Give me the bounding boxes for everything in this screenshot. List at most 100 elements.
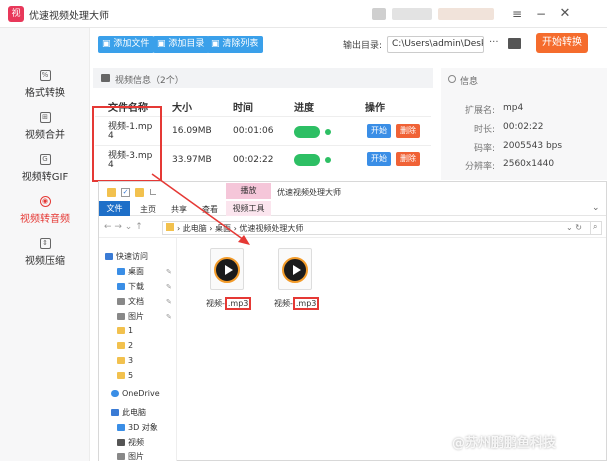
detail-title: 信息 bbox=[460, 77, 479, 87]
pin-icon[interactable]: ✎ bbox=[166, 313, 172, 321]
refresh-icon[interactable]: ⌄ ↻ bbox=[566, 223, 582, 232]
sidebar-item-label: 视频转音频 bbox=[20, 214, 70, 225]
nav-label: 3 bbox=[128, 356, 134, 365]
sidebar-item-video-merge[interactable]: ⊞ 视频合并 bbox=[0, 112, 90, 154]
audio-icon: ◉ bbox=[39, 196, 51, 207]
nav-item-folder-2[interactable]: 2 bbox=[117, 341, 133, 354]
nav-label: 5 bbox=[128, 371, 134, 380]
add-dir-button[interactable]: ▣ 添加目录 bbox=[153, 36, 210, 53]
play-icon bbox=[225, 265, 233, 275]
nav-item-quick-access[interactable]: 快速访问 bbox=[105, 251, 148, 264]
pin-icon[interactable]: ✎ bbox=[166, 283, 172, 291]
file-name[interactable]: 视频- .mp3 bbox=[206, 297, 252, 310]
download-icon bbox=[117, 283, 125, 290]
detail-value: mp4 bbox=[503, 103, 524, 113]
row2-delete-button[interactable]: 删除 bbox=[396, 152, 420, 166]
nav-item-folder-3[interactable]: 3 bbox=[117, 356, 133, 369]
desktop-icon bbox=[117, 268, 125, 275]
row1-progress-bar bbox=[294, 126, 320, 138]
folder-icon[interactable] bbox=[508, 38, 521, 49]
clear-icon: ▣ bbox=[211, 39, 223, 49]
sidebar-item-video-to-audio[interactable]: ◉ 视频转音频 bbox=[0, 196, 90, 238]
nav-item-pictures-pc[interactable]: 图片 bbox=[117, 451, 144, 461]
nav-item-desktop[interactable]: 桌面 bbox=[117, 266, 144, 279]
nav-item-this-pc[interactable]: 此电脑 bbox=[111, 407, 146, 420]
row1-delete-button[interactable]: 删除 bbox=[396, 124, 420, 138]
add-folder-icon: ▣ bbox=[157, 39, 169, 49]
more-icon[interactable]: ··· bbox=[489, 37, 499, 48]
sidebar-item-video-to-gif[interactable]: G 视频转GIF bbox=[0, 154, 90, 196]
nav-arrows[interactable]: ← → ⌄ ↑ bbox=[104, 222, 143, 232]
nav-label: OneDrive bbox=[122, 389, 160, 398]
file-extension: .mp3 bbox=[292, 297, 320, 310]
blurred-account-info bbox=[392, 8, 432, 20]
nav-item-downloads[interactable]: 下载 bbox=[117, 281, 144, 294]
sidebar-item-video-compress[interactable]: ⇕ 视频压缩 bbox=[0, 238, 90, 280]
detail-value: 2005543 bps bbox=[503, 141, 563, 151]
detail-value: 00:02:22 bbox=[503, 122, 544, 132]
sidebar-item-label: 视频转GIF bbox=[21, 172, 69, 183]
row1-status-dot bbox=[325, 129, 331, 135]
search-icon[interactable]: ⌕ bbox=[590, 222, 602, 234]
pin-icon[interactable]: ✎ bbox=[166, 268, 172, 276]
folder-icon bbox=[117, 357, 125, 364]
col-time: 时间 bbox=[233, 103, 253, 114]
row2-status-dot bbox=[325, 157, 331, 163]
folder-icon bbox=[117, 327, 125, 334]
output-dir-label: 输出目录: bbox=[343, 41, 383, 51]
row2-start-button[interactable]: 开始 bbox=[367, 152, 391, 166]
nav-item-pictures[interactable]: 图片 bbox=[117, 311, 144, 324]
nav-item-3d-objects[interactable]: 3D 对象 bbox=[117, 422, 158, 435]
folder-icon bbox=[107, 188, 116, 197]
ribbon-tab-file[interactable]: 文件 bbox=[99, 201, 130, 216]
nav-label: 视频 bbox=[128, 438, 144, 447]
add-file-button[interactable]: ▣ 添加文件 bbox=[98, 36, 155, 53]
add-dir-label: 添加目录 bbox=[168, 39, 205, 49]
file-prefix: 视频- bbox=[274, 299, 293, 308]
nav-item-documents[interactable]: 文档 bbox=[117, 296, 144, 309]
nav-label: 图片 bbox=[128, 452, 144, 461]
row2-time: 00:02:22 bbox=[233, 155, 274, 165]
col-progress: 进度 bbox=[294, 103, 314, 114]
merge-icon: ⊞ bbox=[39, 112, 51, 123]
sidebar-item-label: 视频合并 bbox=[25, 130, 65, 141]
arrow-line bbox=[151, 173, 245, 241]
nav-label: 图片 bbox=[128, 312, 144, 321]
chevron-down-icon[interactable]: ⌄ bbox=[592, 203, 600, 213]
percent-icon: % bbox=[39, 70, 51, 81]
nav-item-onedrive[interactable]: OneDrive bbox=[111, 389, 160, 402]
nav-item-folder-1[interactable]: 1 bbox=[117, 326, 133, 339]
menu-icon[interactable]: ≡ bbox=[509, 6, 525, 22]
file-name[interactable]: 视频- .mp3 bbox=[274, 297, 320, 310]
app-title: 优速视频处理大师 bbox=[29, 11, 109, 22]
sidebar-item-label: 格式转换 bbox=[25, 88, 65, 99]
info-icon bbox=[448, 75, 456, 83]
computer-icon bbox=[111, 409, 119, 416]
blurred-account-avatar bbox=[372, 8, 386, 20]
nav-item-videos[interactable]: 视频 bbox=[117, 437, 144, 450]
detail-key: 扩展名: bbox=[464, 106, 495, 116]
nav-label: 文档 bbox=[128, 297, 144, 306]
minimize-icon[interactable]: − bbox=[533, 6, 549, 22]
output-dir-field[interactable]: C:\Users\admin\Deskto bbox=[387, 36, 484, 53]
video-icon bbox=[101, 74, 110, 82]
star-icon bbox=[105, 253, 113, 260]
nav-item-folder-5[interactable]: 5 bbox=[117, 371, 133, 384]
add-file-icon: ▣ bbox=[102, 39, 114, 49]
sidebar-item-format-convert[interactable]: % 格式转换 bbox=[0, 70, 90, 112]
checkbox-icon[interactable]: ✓ bbox=[121, 188, 130, 197]
play-icon bbox=[293, 265, 301, 275]
blurred-account-badge bbox=[438, 8, 494, 20]
pin-icon[interactable]: ✎ bbox=[166, 298, 172, 306]
nav-label: 3D 对象 bbox=[128, 423, 158, 432]
cloud-icon bbox=[111, 390, 119, 397]
clear-list-button[interactable]: ▣ 清除列表 bbox=[207, 36, 264, 53]
row1-start-button[interactable]: 开始 bbox=[367, 124, 391, 138]
detail-value: 2560x1440 bbox=[503, 159, 555, 169]
start-convert-button[interactable]: 开始转换 bbox=[536, 33, 588, 53]
picture-icon bbox=[117, 313, 125, 320]
explorer-window-title: 优速视频处理大师 bbox=[277, 188, 341, 197]
folder-icon bbox=[117, 372, 125, 379]
watermark: @苏州鹏鹏鱼科技 bbox=[452, 436, 557, 451]
close-icon[interactable]: ✕ bbox=[557, 6, 573, 22]
